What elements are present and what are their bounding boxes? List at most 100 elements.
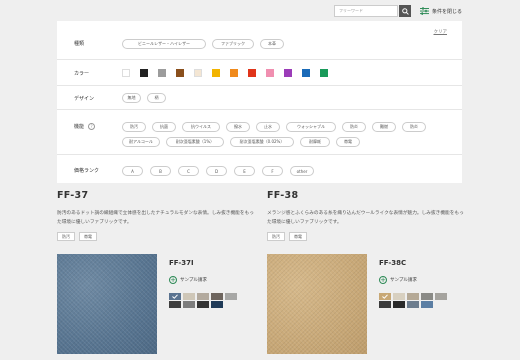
product-color-code: FF-37I	[169, 259, 194, 267]
filter-label-design: デザイン	[74, 96, 95, 102]
color-variant-selected[interactable]	[379, 293, 391, 300]
help-icon[interactable]: ?	[88, 123, 96, 130]
chip-function-hypochlorite-1[interactable]: 耐次亜塩素酸（1%）	[166, 137, 224, 147]
chip-price-c[interactable]: C	[178, 166, 199, 176]
chip-function-antistatic[interactable]: 帯電	[336, 137, 360, 147]
color-variant-selected[interactable]	[169, 293, 181, 300]
fabric-swatch-image[interactable]	[57, 254, 157, 354]
color-swatch-pink[interactable]	[266, 69, 274, 77]
chip-function-hypochlorite-002[interactable]: 耐次亜塩素酸（0.02%）	[230, 137, 294, 147]
color-variant[interactable]	[421, 301, 433, 308]
product-tag: 防汚	[267, 232, 285, 241]
filter-label-kind: 種類	[74, 41, 85, 47]
filter-row-color: カラー	[57, 60, 462, 86]
close-filter-button[interactable]: 条件を閉じる	[420, 6, 462, 16]
plus-circle-icon: +	[169, 276, 177, 284]
chip-function-alcohol-resistant[interactable]: 耐アルコール	[122, 137, 160, 147]
filter-row-function: 機能 ? 防汚 抗菌 抗ウイルス 撥水 止水 ウォッシャブル 防炎 難燃 防炎 …	[57, 110, 462, 155]
color-variant[interactable]	[435, 293, 447, 300]
product-tag: 帯電	[289, 232, 307, 241]
chip-function-water-repellent[interactable]: 撥水	[226, 122, 250, 132]
color-swatch-red[interactable]	[248, 69, 256, 77]
product-card-ff37: FF-37 防汚のあるドット調の織組織で立体感を出したナチュラルモダンな表情。し…	[57, 190, 267, 354]
color-variant[interactable]	[211, 301, 223, 308]
sample-request-button[interactable]: + サンプル請求	[169, 276, 207, 284]
chip-kind-fabric[interactable]: ファブリック	[212, 39, 254, 49]
color-variant[interactable]	[421, 293, 433, 300]
product-tag: 帯電	[79, 232, 97, 241]
chip-price-f[interactable]: F	[262, 166, 283, 176]
color-variant[interactable]	[183, 301, 195, 308]
color-variant[interactable]	[393, 301, 405, 308]
search-icon	[401, 7, 409, 15]
chip-function-flameproof-2[interactable]: 防炎	[402, 122, 426, 132]
sample-request-button[interactable]: + サンプル請求	[379, 276, 417, 284]
filter-panel: クリア 種類 ビニールレザー・ハイレザー ファブリック 本革 カラー デザイン	[57, 21, 462, 183]
chip-function-waterproof[interactable]: 止水	[256, 122, 280, 132]
product-tag: 防汚	[57, 232, 75, 241]
color-swatch-brown[interactable]	[176, 69, 184, 77]
color-variant[interactable]	[393, 293, 405, 300]
color-swatch-black[interactable]	[140, 69, 148, 77]
chip-function-flameproof[interactable]: 防炎	[342, 122, 366, 132]
filter-icon	[420, 7, 429, 15]
color-variant-grid	[169, 293, 237, 308]
chip-price-other[interactable]: other	[290, 166, 314, 176]
color-variant[interactable]	[169, 301, 181, 308]
chip-design-plain[interactable]: 無地	[122, 93, 141, 103]
chip-function-antifouling[interactable]: 防汚	[122, 122, 146, 132]
top-bar: フリーワード 条件を閉じる	[0, 5, 520, 19]
filter-row-kind: 種類 ビニールレザー・ハイレザー ファブリック 本革	[57, 21, 462, 60]
color-variant[interactable]	[225, 293, 237, 300]
filter-row-design: デザイン 無地 柄	[57, 86, 462, 110]
fabric-swatch-image[interactable]	[267, 254, 367, 354]
filter-label-function-text: 機能	[74, 124, 85, 130]
chip-design-pattern[interactable]: 柄	[147, 93, 166, 103]
chip-function-washable[interactable]: ウォッシャブル	[286, 122, 336, 132]
chip-price-b[interactable]: B	[150, 166, 171, 176]
color-variant[interactable]	[197, 293, 209, 300]
color-variant[interactable]	[211, 293, 223, 300]
chip-function-antiviral[interactable]: 抗ウイルス	[182, 122, 220, 132]
color-swatch-blue[interactable]	[302, 69, 310, 77]
filter-row-price: 価格ランク A B C D E F other	[57, 155, 462, 183]
color-swatch-green[interactable]	[320, 69, 328, 77]
chip-function-abrasion[interactable]: 耐摩耗	[300, 137, 330, 147]
chip-price-a[interactable]: A	[122, 166, 143, 176]
product-title[interactable]: FF-38	[267, 190, 477, 201]
color-swatch-yellow[interactable]	[212, 69, 220, 77]
color-variant[interactable]	[197, 301, 209, 308]
color-variant[interactable]	[407, 293, 419, 300]
check-icon	[172, 294, 178, 299]
color-variant-grid	[379, 293, 447, 308]
product-title[interactable]: FF-37	[57, 190, 267, 201]
product-description: メランジ感とふくらみのある糸を織り込んだウールライクな表情が魅力。しみ抜き機能を…	[267, 211, 464, 225]
color-swatches	[122, 69, 328, 77]
color-swatch-purple[interactable]	[284, 69, 292, 77]
chip-kind-vinyl[interactable]: ビニールレザー・ハイレザー	[122, 39, 206, 49]
product-description: 防汚のあるドット調の織組織で立体感を出したナチュラルモダンな表情。しみ抜き機能を…	[57, 211, 254, 225]
filter-label-price: 価格ランク	[74, 168, 100, 174]
color-variant[interactable]	[379, 301, 391, 308]
product-card-ff38: FF-38 メランジ感とふくらみのある糸を織り込んだウールライクな表情が魅力。し…	[267, 190, 477, 354]
color-swatch-ivory[interactable]	[194, 69, 202, 77]
color-swatch-gray[interactable]	[158, 69, 166, 77]
color-swatch-white[interactable]	[122, 69, 130, 77]
close-filter-label: 条件を閉じる	[432, 8, 463, 15]
search-input[interactable]: フリーワード	[334, 5, 398, 17]
chip-function-antibacterial[interactable]: 抗菌	[152, 122, 176, 132]
color-variant[interactable]	[407, 301, 419, 308]
color-swatch-orange[interactable]	[230, 69, 238, 77]
chip-price-e[interactable]: E	[234, 166, 255, 176]
filter-label-function: 機能 ?	[74, 123, 96, 130]
product-color-code: FF-38C	[379, 259, 407, 267]
search-button[interactable]	[399, 5, 411, 17]
chip-price-d[interactable]: D	[206, 166, 227, 176]
color-variant[interactable]	[183, 293, 195, 300]
check-icon	[382, 294, 388, 299]
sample-request-label: サンプル請求	[180, 278, 207, 283]
sample-request-label: サンプル請求	[390, 278, 417, 283]
plus-circle-icon: +	[379, 276, 387, 284]
chip-function-flame-retardant[interactable]: 難燃	[372, 122, 396, 132]
chip-kind-leather[interactable]: 本革	[260, 39, 284, 49]
